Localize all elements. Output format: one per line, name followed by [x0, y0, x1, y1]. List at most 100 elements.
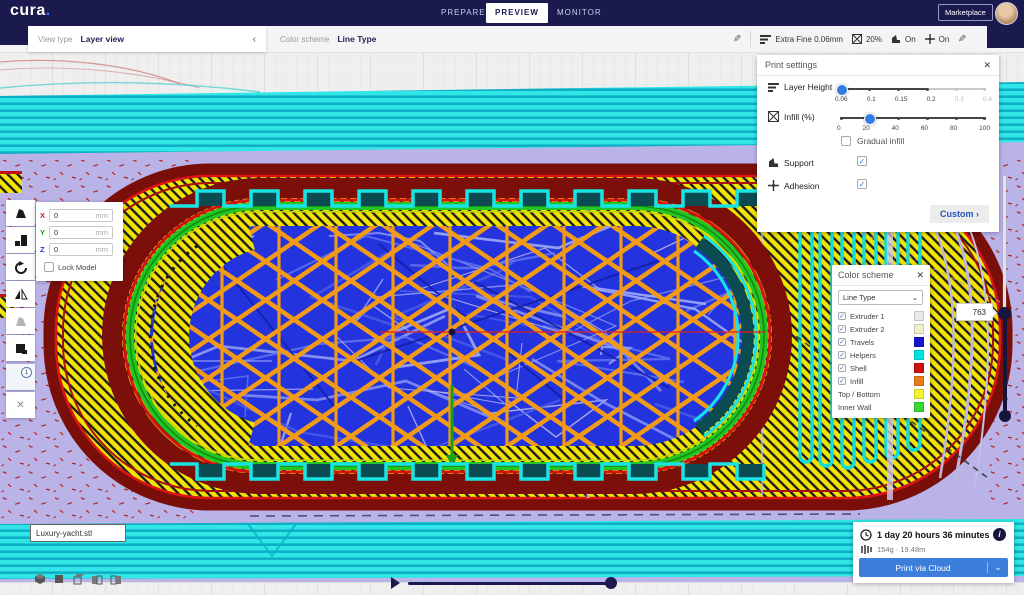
color-scheme-label: Color scheme — [280, 35, 329, 44]
layer-height-icon — [768, 82, 779, 92]
legend-checkbox[interactable]: ✓ — [838, 351, 846, 359]
x-position-row: X 0mm — [40, 209, 113, 222]
per-model-settings-icon — [14, 315, 28, 328]
line-type-dropdown[interactable]: Line Type ⌄ — [838, 290, 923, 305]
infill-handle[interactable] — [864, 113, 876, 125]
infill-icon — [768, 111, 779, 122]
close-icon[interactable]: ✕ — [916, 270, 924, 281]
layer-height-icon — [760, 34, 771, 44]
gradual-infill-row: Gradual infill — [841, 136, 904, 146]
model-list-toggle[interactable]: 1 — [6, 364, 35, 390]
legend-checkbox[interactable]: ✓ — [838, 364, 846, 372]
scale-tool-icon — [14, 234, 28, 247]
divider — [750, 31, 751, 47]
clock-icon — [860, 529, 872, 541]
adhesion-row: Adhesion — [768, 180, 819, 191]
view-3d-icon[interactable] — [34, 573, 46, 585]
collapse-chevron-icon[interactable]: ‹ — [253, 34, 256, 45]
y-position-input[interactable]: 0mm — [49, 226, 113, 239]
material-usage: 154g · 19.48m — [877, 545, 925, 554]
support-blocker-button[interactable] — [6, 335, 35, 361]
color-swatch — [914, 337, 924, 347]
view-front-icon[interactable] — [53, 573, 65, 585]
adhesion-checkbox[interactable]: ✓ — [857, 179, 867, 189]
edit-icon[interactable]: ✎ — [958, 34, 966, 45]
support-row: Support — [768, 157, 814, 168]
view-top-icon[interactable] — [72, 573, 84, 585]
position-panel: X 0mm Y 0mm Z 0mm Lock Model — [36, 202, 123, 281]
print-time-estimate: 1 day 20 hours 36 minutes — [877, 530, 990, 540]
scrubber-handle[interactable] — [605, 577, 617, 589]
view-type-value: Layer view — [81, 34, 124, 44]
layer-animation-scrubber[interactable] — [408, 582, 613, 585]
chevron-down-icon[interactable]: ⌄ — [987, 562, 1008, 573]
legend-travels: ✓Travels — [838, 336, 924, 348]
gradual-infill-checkbox[interactable] — [841, 136, 851, 146]
legend-extruder-2: ✓Extruder 2 — [838, 323, 924, 335]
toolbar-close-button[interactable]: ✕ — [6, 392, 35, 418]
layer-slider-top-handle[interactable] — [998, 307, 1011, 320]
layer-height-row: Layer Height — [768, 82, 832, 92]
color-swatch — [914, 389, 924, 399]
legend-inner-wall: Inner Wall — [838, 401, 924, 413]
view-type-selector[interactable]: View type Layer view ‹ — [28, 26, 266, 52]
view-right-icon[interactable] — [110, 573, 122, 585]
adhesion-icon — [925, 34, 935, 44]
color-scheme-selector[interactable]: Color scheme Line Type — [266, 26, 736, 52]
account-avatar[interactable] — [995, 2, 1018, 25]
rotate-tool-button[interactable] — [6, 254, 35, 280]
infill-icon — [852, 34, 862, 44]
marketplace-button[interactable]: Marketplace — [938, 4, 993, 21]
camera-view-buttons — [34, 573, 122, 587]
rotate-tool-icon — [14, 261, 28, 274]
tab-preview[interactable]: PREVIEW — [486, 3, 548, 23]
model-filename-label[interactable]: Luxury-yacht.stl — [30, 524, 126, 542]
layer-slider-bottom-handle[interactable] — [999, 410, 1011, 422]
infill-row: Infill (%) — [768, 111, 815, 122]
scale-tool-button[interactable] — [6, 227, 35, 253]
legend-checkbox[interactable]: ✓ — [838, 312, 846, 320]
custom-settings-button[interactable]: Custom › — [930, 205, 989, 223]
layer-animation-play-button[interactable] — [391, 577, 400, 589]
stage-corner-notch — [0, 26, 28, 45]
infill-ticks: 020406080100 — [837, 125, 990, 132]
layer-height-handle[interactable] — [836, 84, 848, 96]
cura-logo: cura. — [10, 2, 51, 20]
legend-checkbox[interactable]: ✓ — [838, 325, 846, 333]
mirror-tool-icon — [14, 288, 28, 301]
adhesion-summary: On — [925, 34, 950, 44]
support-blocker-icon — [14, 342, 28, 355]
move-tool-button[interactable] — [6, 200, 35, 226]
layer-slider-track[interactable] — [1003, 176, 1006, 313]
print-settings-panel: Print settings ✕ Layer Height 0.060.10.1… — [757, 55, 999, 232]
info-icon[interactable]: i — [993, 528, 1006, 541]
object-count-badge: 1 — [21, 367, 32, 378]
layer-height-ticks: 0.060.10.150.20.30.4 — [835, 96, 992, 103]
current-layer-tooltip: 763 — [956, 303, 993, 321]
x-position-input[interactable]: 0mm — [49, 209, 113, 222]
edit-icon[interactable]: ✎ — [733, 34, 741, 45]
support-icon — [768, 157, 779, 168]
y-position-row: Y 0mm — [40, 226, 113, 239]
z-position-input[interactable]: 0mm — [49, 243, 113, 256]
print-settings-title: Print settings — [765, 60, 817, 70]
lock-model-checkbox[interactable] — [44, 262, 54, 272]
tab-monitor[interactable]: MONITOR — [548, 3, 611, 23]
z-position-row: Z 0mm — [40, 243, 113, 256]
app-header: cura. PREPARE PREVIEW MONITOR Marketplac… — [0, 0, 1024, 26]
print-settings-summary[interactable]: ✎ Extra Fine 0.06mm 20% On On ✎ — [733, 26, 989, 52]
support-checkbox[interactable]: ✓ — [857, 156, 867, 166]
chevron-down-icon: ⌄ — [912, 293, 918, 302]
color-scheme-value: Line Type — [337, 34, 376, 44]
color-swatch — [914, 324, 924, 334]
legend-checkbox[interactable]: ✓ — [838, 377, 846, 385]
print-via-cloud-button[interactable]: Print via Cloud ⌄ — [859, 558, 1008, 577]
mirror-tool-button[interactable] — [6, 281, 35, 307]
view-left-icon[interactable] — [91, 573, 103, 585]
close-icon[interactable]: ✕ — [983, 60, 991, 71]
lock-model-row: Lock Model — [44, 262, 96, 272]
layer-slider-range[interactable] — [1003, 313, 1007, 415]
profile-summary: Extra Fine 0.06mm — [760, 34, 843, 44]
per-model-settings-button[interactable] — [6, 308, 35, 334]
legend-checkbox[interactable]: ✓ — [838, 338, 846, 346]
